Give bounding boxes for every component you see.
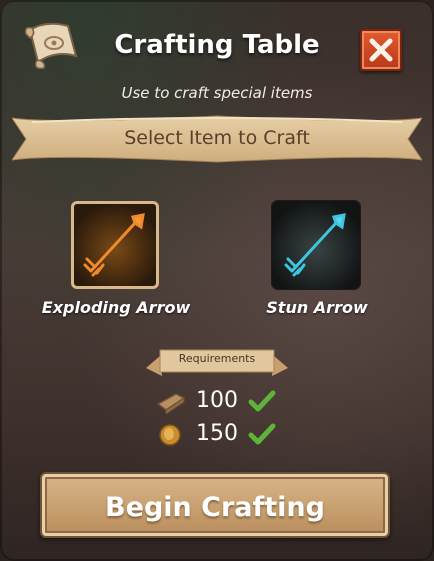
requirement-amount: 150 — [196, 421, 238, 446]
gold-coin-icon — [159, 424, 181, 446]
requirements-title: Requirements — [178, 352, 256, 365]
window-subtitle: Use to craft special items — [121, 84, 313, 102]
item-label-stun-arrow: Stun Arrow — [266, 298, 368, 317]
requirement-row: 100 — [156, 388, 296, 416]
crafting-panel: Crafting Table Use to craft special item… — [0, 0, 434, 561]
begin-crafting-label: Begin Crafting — [105, 492, 325, 523]
close-button[interactable] — [360, 29, 402, 71]
requirement-row: 150 — [156, 421, 296, 449]
checkmark-icon — [248, 423, 276, 445]
close-icon — [369, 38, 393, 62]
exploding-arrow-icon — [83, 213, 145, 277]
checkmark-icon — [248, 390, 276, 412]
requirement-amount: 100 — [196, 388, 238, 413]
stun-arrow-icon — [284, 213, 346, 277]
item-label-exploding-arrow: Exploding Arrow — [41, 298, 191, 317]
item-slot-stun-arrow[interactable] — [272, 201, 360, 289]
item-slot-exploding-arrow[interactable] — [71, 201, 159, 289]
wood-plank-icon — [156, 393, 186, 414]
select-item-label: Select Item to Craft — [124, 127, 310, 149]
begin-crafting-button[interactable]: Begin Crafting — [40, 472, 390, 538]
